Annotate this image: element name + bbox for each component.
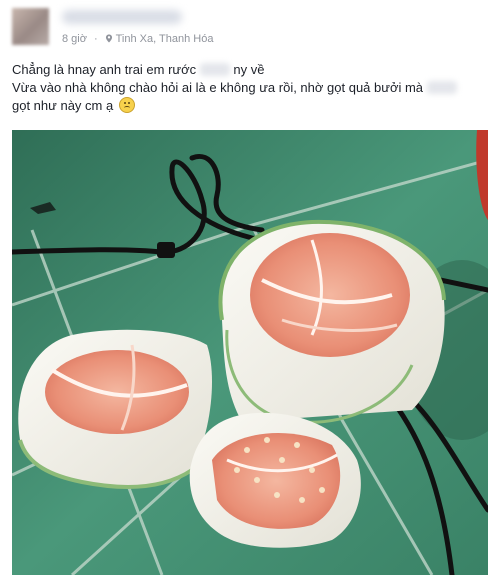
post-line-2-text: Vừa vào nhà không chào hỏi ai là e không… <box>12 80 424 95</box>
avatar[interactable] <box>12 8 49 45</box>
post-meta: 8 giờ · Tinh Xa, Thanh Hóa <box>62 33 213 45</box>
post-line-3: gọt như này cm ạ <box>12 97 488 115</box>
redacted-text <box>199 63 230 76</box>
post-time[interactable]: 8 giờ <box>62 33 87 45</box>
pomelo-large-piece <box>218 219 446 424</box>
slightly-frowning-face-icon <box>118 97 135 113</box>
redacted-text <box>426 81 457 94</box>
post-line-3-text: gọt như này cm ạ <box>12 98 114 113</box>
post-location[interactable]: Tinh Xa, Thanh Hóa <box>116 33 214 45</box>
pomelo-left-piece <box>18 329 213 489</box>
location-pin-icon <box>105 34 112 43</box>
meta-separator: · <box>94 33 98 45</box>
post-line-2: Vừa vào nhà không chào hỏi ai là e không… <box>12 79 488 97</box>
post-body: Chẳng là hnay anh trai em rước ny về Vừa… <box>12 61 488 115</box>
post-line-1-start: Chẳng là hnay anh trai em rước <box>12 62 197 77</box>
author-name-redacted[interactable] <box>62 10 182 24</box>
post-line-1-end: ny về <box>233 62 265 77</box>
post-line-1: Chẳng là hnay anh trai em rước ny về <box>12 61 488 79</box>
facebook-post: 8 giờ · Tinh Xa, Thanh Hóa Chẳng là hnay… <box>0 0 500 575</box>
post-photo[interactable] <box>12 130 488 575</box>
pomelo-photo-image <box>12 130 488 575</box>
